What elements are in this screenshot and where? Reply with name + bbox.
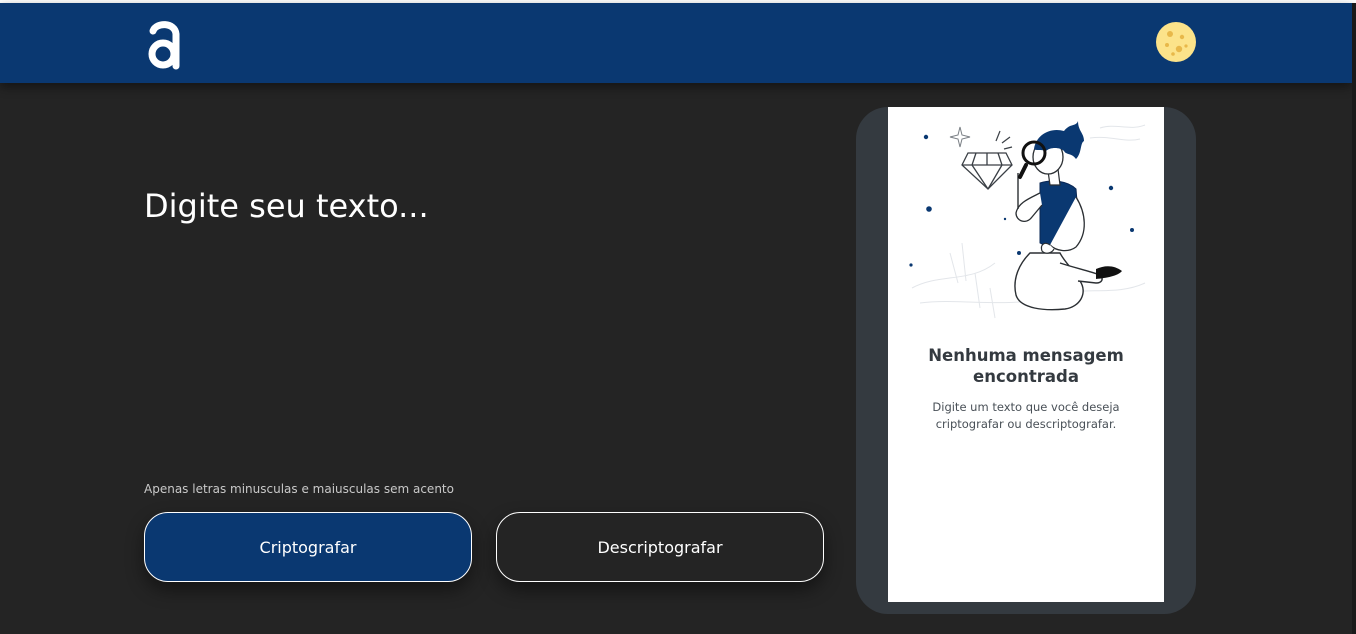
moon-icon bbox=[1156, 22, 1196, 62]
message-input[interactable] bbox=[144, 182, 804, 462]
result-text: Digite um texto que você deseja criptogr… bbox=[932, 400, 1120, 431]
decrypt-button[interactable]: Descriptografar bbox=[496, 512, 824, 582]
app-page: Apenas letras minusculas e maiusculas se… bbox=[0, 0, 1356, 634]
result-card: Nenhuma mensagem encontrada Digite um te… bbox=[888, 107, 1164, 602]
person-with-magnifying-glass-illustration bbox=[909, 121, 1146, 319]
theme-toggle-button[interactable] bbox=[1155, 21, 1197, 63]
encrypt-button[interactable]: Criptografar bbox=[144, 512, 472, 582]
input-hint: Apenas letras minusculas e maiusculas se… bbox=[144, 482, 454, 496]
result-title: Nenhuma mensagem encontrada bbox=[928, 346, 1124, 386]
alura-a-logo-icon[interactable] bbox=[146, 18, 182, 70]
scrollbar-track[interactable] bbox=[1352, 3, 1356, 634]
header bbox=[0, 3, 1352, 83]
